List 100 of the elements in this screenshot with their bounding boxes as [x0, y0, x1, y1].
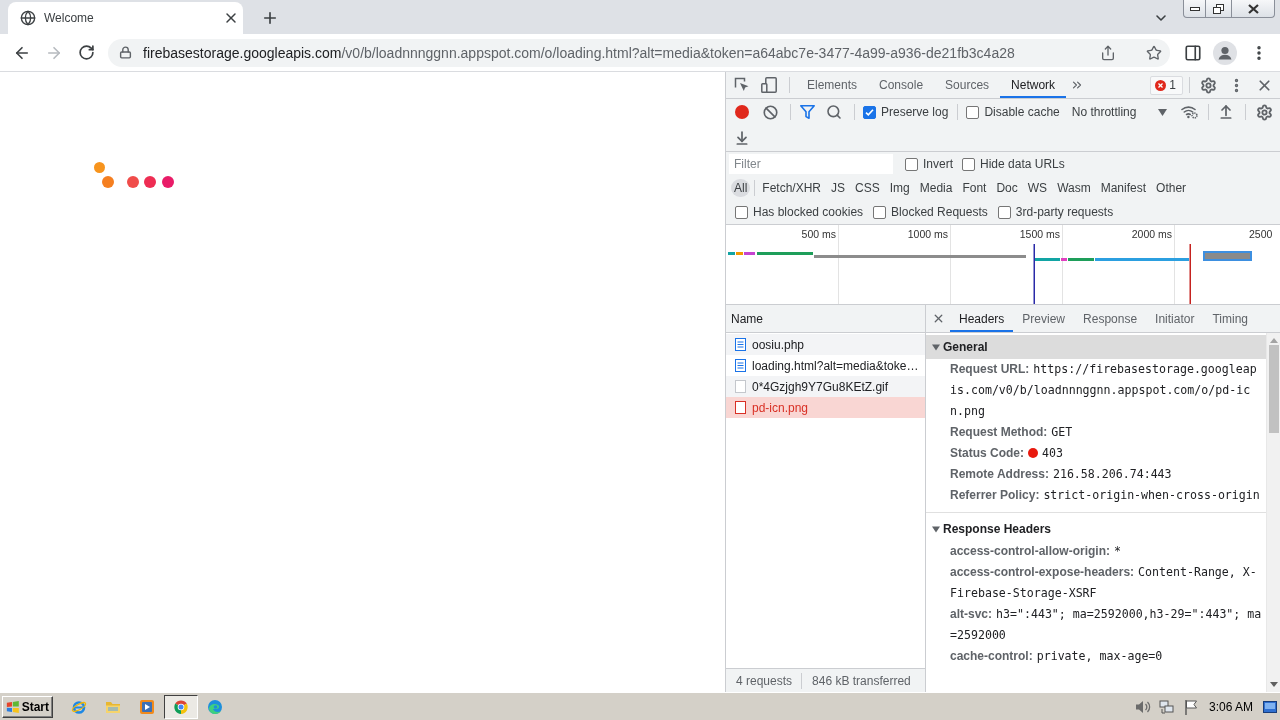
tick-label: 2000 ms [1131, 228, 1172, 240]
close-window-button[interactable] [1232, 0, 1275, 18]
filter-icon[interactable] [799, 105, 815, 119]
restore-button[interactable] [1206, 0, 1232, 18]
address-bar[interactable]: firebasestorage.googleapis.com/v0/b/loadnnnggnn.appspot.com/o/loading.html?alt=media&token=a64abc7e-3477-4a99-a936-de21fb3c4a28 [108, 38, 1170, 67]
request-row[interactable]: 0*4Gzjgh9Y7Gu8KEtZ.gif [726, 376, 925, 397]
section-header[interactable]: Response Headers [926, 517, 1266, 541]
loading-dot-icon [102, 176, 114, 188]
blank-file-icon [735, 401, 746, 414]
start-button[interactable]: Start [2, 695, 53, 718]
search-icon[interactable] [826, 104, 842, 120]
scrollbar[interactable] [1266, 333, 1280, 692]
section-header[interactable]: General [926, 335, 1266, 359]
share-icon[interactable] [1100, 44, 1116, 61]
checkbox[interactable] [863, 105, 876, 119]
error-icon [1155, 79, 1167, 91]
type-filter[interactable]: Doc [991, 179, 1023, 197]
scrollbar-thumb[interactable] [1268, 345, 1279, 433]
checkbox[interactable] [873, 205, 887, 219]
close-tab-icon[interactable] [223, 10, 239, 26]
download-icon[interactable] [734, 130, 750, 146]
minimize-button[interactable] [1183, 0, 1206, 18]
devtools-tab[interactable]: Console [868, 72, 935, 98]
status-text: 846 kB transferred [812, 673, 911, 688]
checkbox-label[interactable]: 3rd-party requests [1015, 205, 1114, 219]
type-filter[interactable]: Font [957, 179, 992, 197]
details-tab[interactable]: Timing [1203, 305, 1257, 332]
globe-icon [20, 10, 36, 26]
type-filter[interactable]: Manifest [1095, 179, 1152, 197]
checkbox-label[interactable]: Has blocked cookies [753, 205, 864, 219]
section-title: Response Headers [943, 522, 1052, 536]
request-row[interactable]: pd-icn.png [726, 397, 925, 418]
checkbox[interactable] [966, 105, 980, 119]
header-line: Request Method: GET [950, 424, 1073, 441]
checkbox[interactable] [905, 157, 918, 171]
throttling-select[interactable]: No throttling [1067, 102, 1173, 122]
inspect-element-icon[interactable] [734, 77, 750, 93]
type-filter[interactable]: Img [884, 179, 915, 197]
type-filter[interactable]: WS [1022, 179, 1053, 197]
checkbox[interactable] [735, 205, 748, 219]
header-line: cache-control: private, max-age=0 [950, 648, 1163, 665]
checkbox-label[interactable]: Disable cache [984, 105, 1060, 119]
record-icon[interactable] [735, 105, 749, 119]
request-row[interactable]: oosiu.php [726, 334, 925, 355]
name-column-header[interactable]: Name [726, 305, 925, 333]
header-line: access-control-allow-origin: * [950, 543, 1121, 560]
expand-triangle-icon[interactable] [932, 525, 940, 533]
loading-dot-icon [94, 162, 105, 173]
ring-logo-icon [71, 698, 87, 715]
type-filter[interactable]: JS [826, 179, 851, 197]
details-tab[interactable]: Headers [950, 305, 1014, 332]
clock-text: 3:06 AM [1208, 699, 1253, 714]
error-count-button[interactable]: 1 [1150, 75, 1183, 95]
checkbox[interactable] [962, 157, 975, 171]
devtools-tab[interactable]: Elements [796, 72, 869, 98]
request-name: oosiu.php [752, 337, 805, 352]
checkbox-label[interactable]: Blocked Requests [891, 205, 988, 219]
details-tab[interactable]: Preview [1013, 305, 1075, 332]
browser-logo-icon [173, 698, 189, 715]
browser-tab[interactable]: Welcome [8, 2, 243, 34]
loading-dot-icon [144, 176, 156, 188]
checkbox[interactable] [997, 205, 1011, 219]
flag-icon[interactable] [1182, 698, 1199, 715]
new-tab-icon[interactable] [261, 9, 279, 27]
network-settings-icon[interactable] [1255, 103, 1273, 121]
star-icon[interactable] [1146, 44, 1162, 61]
expand-triangle-icon[interactable] [932, 343, 940, 351]
show-desktop-icon[interactable] [1263, 700, 1277, 713]
lock-icon[interactable] [119, 46, 132, 59]
checkbox-label[interactable]: Hide data URLs [980, 157, 1065, 171]
devtools-tab[interactable]: Sources [934, 72, 1001, 98]
tick-label: 2500 [1249, 228, 1273, 240]
taskbar-app-button[interactable] [164, 694, 198, 719]
details-tab[interactable]: Initiator [1146, 305, 1204, 332]
type-filter[interactable]: Other [1151, 179, 1192, 197]
scroll-down-icon[interactable] [1269, 682, 1278, 687]
tick-label: 1500 ms [1019, 228, 1060, 240]
type-filter[interactable]: All [731, 179, 751, 197]
reload-icon[interactable] [77, 44, 95, 61]
url-text: firebasestorage.googleapis.com/v0/b/loadnnnggnn.appspot.com/o/loading.html?alt=media&token=a64abc7e-3477-4a99-a936-de21fb3c4a28 [143, 44, 1015, 61]
profile-avatar-icon[interactable] [1213, 40, 1237, 65]
taskbar-app-button[interactable] [138, 697, 156, 716]
wifi-gear-icon[interactable] [1181, 105, 1199, 119]
clear-icon[interactable] [762, 104, 778, 120]
network-icon[interactable] [1158, 698, 1175, 715]
play-tile-icon [139, 698, 155, 715]
flag-logo-icon [6, 699, 20, 714]
filter-input[interactable]: Filter [729, 154, 893, 174]
side-panel-icon[interactable] [1184, 43, 1202, 62]
checkbox-label[interactable]: Invert [923, 157, 953, 171]
type-filter[interactable]: CSS [850, 179, 885, 197]
type-filter[interactable]: Fetch/XHR [757, 179, 827, 197]
restore-icon [1213, 3, 1224, 14]
device-toolbar-icon[interactable] [761, 77, 777, 93]
type-filter[interactable]: Wasm [1052, 179, 1096, 197]
settings-icon[interactable] [1199, 76, 1217, 94]
type-filter[interactable]: Media [914, 179, 958, 197]
details-tab[interactable]: Response [1074, 305, 1147, 332]
speaker-icon[interactable] [1134, 698, 1151, 715]
checkbox-label[interactable]: Preserve log [881, 105, 949, 119]
